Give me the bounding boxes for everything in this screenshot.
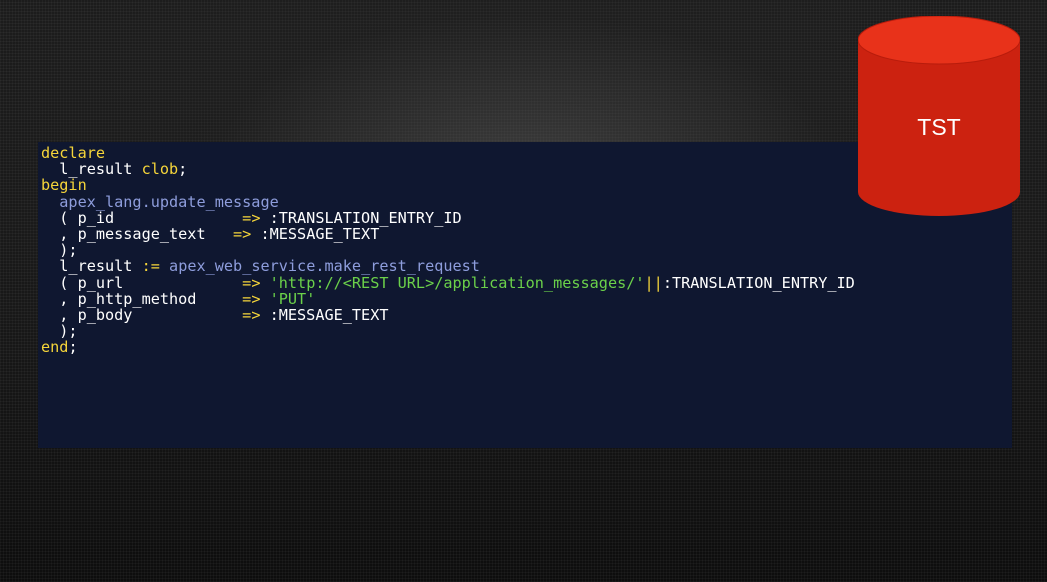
- code-line: apex_lang.update_message: [41, 193, 855, 210]
- code-token: clob: [141, 160, 179, 179]
- code-token: =>: [233, 224, 252, 243]
- code-line: );: [41, 242, 855, 258]
- code-token: :TRANSLATION_ENTRY_ID: [662, 273, 855, 292]
- code-token: ;: [68, 338, 78, 357]
- code-line: ( p_url => 'http://<REST URL>/applicatio…: [41, 273, 855, 292]
- code-token: :MESSAGE_TEXT: [260, 305, 389, 324]
- code-token: ;: [178, 160, 188, 179]
- code-line: end;: [41, 339, 855, 355]
- code-line: l_result := apex_web_service.make_rest_r…: [41, 258, 855, 274]
- code-line: declare: [41, 145, 855, 161]
- code-line: ( p_id => :TRANSLATION_ENTRY_ID: [41, 210, 855, 226]
- code-token: end: [41, 338, 69, 357]
- code-block: declare l_result clob; begin apex_lang.up…: [41, 145, 855, 355]
- code-line: , p_message_text => :MESSAGE_TEXT: [41, 226, 855, 242]
- code-line: l_result clob;: [41, 161, 855, 177]
- code-line: );: [41, 323, 855, 339]
- code-token: :MESSAGE_TEXT: [251, 224, 380, 243]
- code-line: , p_body => :MESSAGE_TEXT: [41, 307, 855, 323]
- code-token: ||: [644, 273, 663, 292]
- code-line: , p_http_method => 'PUT': [41, 291, 855, 307]
- code-token: =>: [242, 305, 261, 324]
- slide: declare l_result clob; begin apex_lang.up…: [0, 0, 1047, 582]
- code-line: begin: [41, 177, 855, 193]
- database-label: TST: [917, 114, 961, 140]
- code-token: 'http://<REST URL>/application_messages/…: [269, 273, 645, 292]
